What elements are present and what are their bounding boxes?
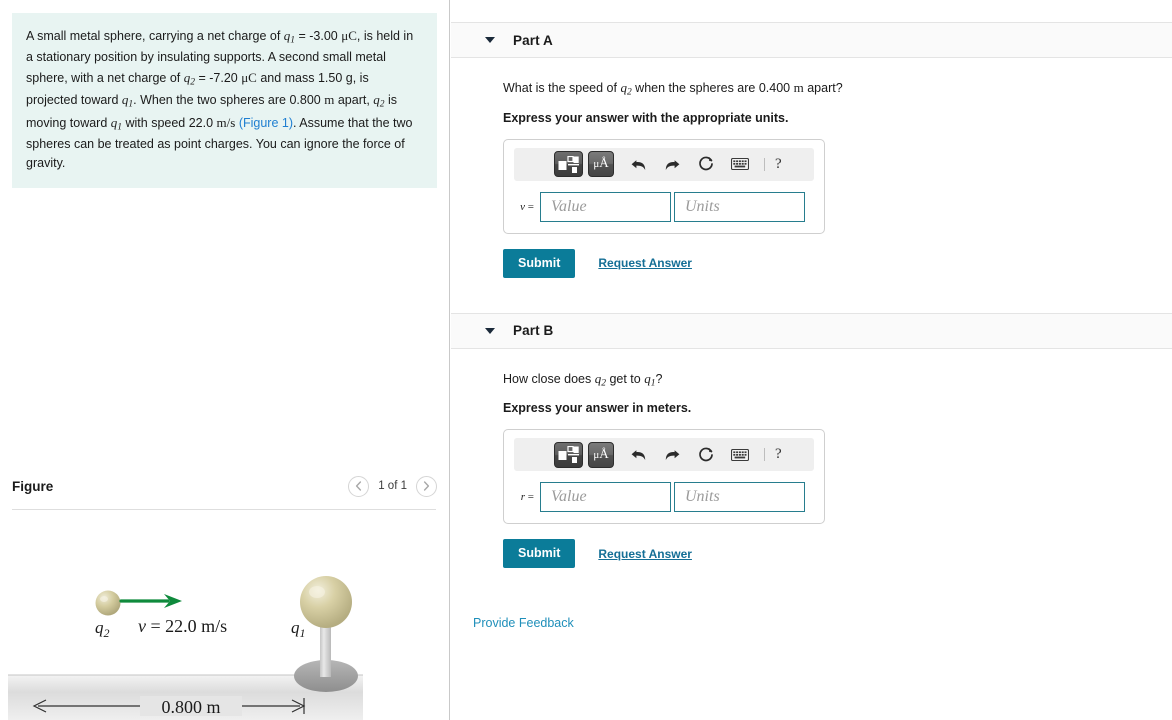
keyboard-icon[interactable] bbox=[728, 152, 752, 176]
redo-arrow-icon[interactable] bbox=[660, 152, 684, 176]
svg-text:q2: q2 bbox=[95, 618, 110, 640]
part-b-label: Part B bbox=[513, 323, 554, 339]
math-unit: μC bbox=[341, 28, 357, 43]
problem-statement: A small metal sphere, carrying a net cha… bbox=[12, 13, 437, 188]
part-b-body: How close does q2 get to q1? Express your… bbox=[451, 371, 1172, 569]
reset-circular-arrow-icon[interactable] bbox=[694, 443, 718, 467]
part-b-submit-button[interactable]: Submit bbox=[503, 539, 576, 569]
toolbar-divider bbox=[764, 448, 765, 462]
part-b-answer-box: μ Å? r = Value Units bbox=[503, 429, 825, 525]
part-a-submit-row: Submit Request Answer bbox=[503, 248, 1172, 278]
part-b-header[interactable]: Part B bbox=[451, 312, 1172, 349]
caret-down-icon[interactable] bbox=[485, 37, 495, 43]
math-subscript: 1 bbox=[128, 99, 134, 110]
part-b-value-input[interactable]: Value bbox=[540, 482, 671, 513]
part-a-entry-row: v = Value Units bbox=[514, 191, 814, 222]
part-b-instruction: Express your answer in meters. bbox=[503, 401, 692, 416]
keyboard-icon[interactable] bbox=[728, 443, 752, 467]
part-b-question: How close does q2 get to q1? bbox=[503, 370, 663, 389]
svg-text:q1: q1 bbox=[291, 618, 306, 640]
right-panel: Part A What is the speed of q2 when the s… bbox=[451, 0, 1172, 720]
part-a-variable-label: v = bbox=[520, 200, 534, 213]
math-template-icon[interactable] bbox=[554, 441, 583, 468]
exercise-page: A small metal sphere, carrying a net cha… bbox=[0, 0, 1172, 720]
toolbar-divider bbox=[764, 157, 765, 171]
math-subscript: 2 bbox=[626, 87, 632, 98]
question-mark-help-icon[interactable]: ? bbox=[775, 156, 782, 173]
left-panel: A small metal sphere, carrying a net cha… bbox=[0, 0, 450, 720]
figure-image: q2 q1 v = 22.0 m/s 0.800 m bbox=[0, 520, 449, 720]
micro-angstrom-units-icon[interactable]: μÅ bbox=[588, 441, 614, 468]
part-b: Part B How close does q2 get to q1? Expres… bbox=[451, 312, 1172, 569]
part-b-submit-row: Submit Request Answer bbox=[503, 539, 1172, 569]
part-a-header[interactable]: Part A bbox=[451, 22, 1172, 58]
figure-counter: 1 of 1 bbox=[378, 480, 407, 492]
provide-feedback-link[interactable]: Provide Feedback bbox=[473, 616, 1172, 630]
chevron-left-icon[interactable] bbox=[348, 475, 370, 497]
math-subscript: 1 bbox=[650, 378, 656, 389]
part-a-answer-box: μ Å? v = Value Units bbox=[503, 138, 825, 234]
figure-navigation: 1 of 1 bbox=[348, 475, 437, 497]
question-mark-help-icon[interactable]: ? bbox=[775, 446, 782, 463]
math-template-icon[interactable] bbox=[554, 151, 583, 178]
part-a-label: Part A bbox=[513, 32, 553, 48]
part-a-question: What is the speed of q2 when the spheres… bbox=[503, 80, 843, 98]
math-subscript: 2 bbox=[601, 378, 606, 389]
part-b-variable-label: r = bbox=[520, 491, 534, 504]
math-unit: μC bbox=[241, 69, 257, 85]
svg-text:0.800 m: 0.800 m bbox=[161, 697, 220, 717]
svg-text:v = 22.0 m/s: v = 22.0 m/s bbox=[138, 616, 227, 636]
part-b-entry-row: r = Value Units bbox=[514, 482, 814, 513]
math-subscript: 2 bbox=[379, 99, 385, 110]
figure-header: Figure 1 of 1 bbox=[0, 462, 449, 510]
math-subscript: 1 bbox=[117, 122, 123, 133]
undo-arrow-icon[interactable] bbox=[626, 443, 650, 467]
figure-1-link[interactable]: (Figure 1) bbox=[239, 116, 293, 130]
chevron-right-icon[interactable] bbox=[416, 475, 437, 497]
part-a-body: What is the speed of q2 when the spheres… bbox=[451, 80, 1172, 278]
math-unit: m bbox=[793, 80, 804, 95]
math-subscript: 1 bbox=[290, 35, 296, 46]
part-a-units-input[interactable]: Units bbox=[674, 191, 805, 222]
micro-angstrom-units-icon[interactable]: μÅ bbox=[588, 151, 614, 178]
figure-title: Figure bbox=[12, 478, 54, 494]
undo-arrow-icon[interactable] bbox=[626, 152, 650, 176]
part-a-request-answer-link[interactable]: Request Answer bbox=[598, 256, 692, 270]
reset-circular-arrow-icon[interactable] bbox=[694, 152, 718, 176]
math-unit: m/s bbox=[216, 114, 236, 130]
math-unit: m bbox=[324, 92, 335, 108]
redo-arrow-icon[interactable] bbox=[660, 443, 684, 467]
part-a-value-input[interactable]: Value bbox=[540, 191, 671, 222]
figure-divider bbox=[12, 509, 436, 510]
part-b-request-answer-link[interactable]: Request Answer bbox=[598, 547, 692, 561]
part-b-math-toolbar: μ Å? bbox=[514, 438, 814, 472]
parts-container: Part A What is the speed of q2 when the s… bbox=[451, 22, 1172, 569]
part-b-units-input[interactable]: Units bbox=[674, 482, 805, 513]
part-a-math-toolbar: μ Å? bbox=[514, 147, 814, 181]
part-a: Part A What is the speed of q2 when the s… bbox=[451, 22, 1172, 278]
math-subscript: 2 bbox=[190, 77, 195, 88]
part-a-instruction: Express your answer with the appropriate… bbox=[503, 110, 789, 125]
part-a-submit-button[interactable]: Submit bbox=[503, 248, 576, 278]
caret-down-icon[interactable] bbox=[485, 327, 495, 334]
